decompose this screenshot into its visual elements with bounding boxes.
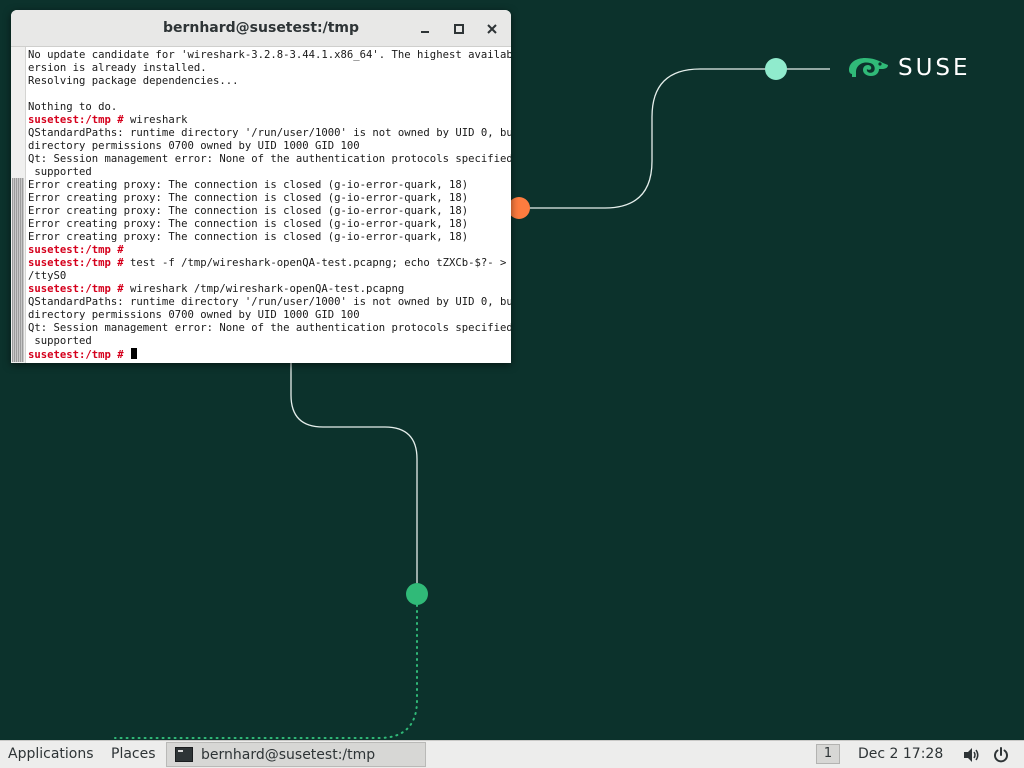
taskbar-window-label: bernhard@susetest:/tmp — [201, 746, 376, 763]
terminal-line-text: Error creating proxy: The connection is … — [28, 231, 469, 243]
terminal-line-text: supported — [28, 335, 92, 347]
terminal-output[interactable]: No update candidate for 'wireshark-3.2.8… — [28, 49, 511, 361]
terminal-line: Error creating proxy: The connection is … — [28, 218, 511, 231]
terminal-line-text: No update candidate for 'wireshark-3.2.8… — [28, 49, 511, 61]
terminal-line-text: Error creating proxy: The connection is … — [28, 205, 469, 217]
wallpaper-line-top — [520, 68, 830, 209]
minimize-button[interactable] — [415, 19, 435, 39]
terminal-icon — [175, 747, 193, 762]
workspace-switcher[interactable]: 1 — [816, 744, 840, 764]
maximize-button[interactable] — [449, 19, 469, 39]
shell-prompt: susetest:/tmp # — [28, 244, 124, 256]
bottom-panel: Applications Places bernhard@susetest:/t… — [0, 740, 1024, 768]
terminal-line: susetest:/tmp # — [28, 348, 511, 361]
terminal-line-text: test -f /tmp/wireshark-openQA-test.pcapn… — [123, 257, 511, 269]
terminal-line-text: Nothing to do. — [28, 101, 118, 113]
close-icon — [487, 24, 497, 34]
close-button[interactable] — [482, 19, 502, 39]
suse-logo: SUSE — [846, 52, 971, 84]
wallpaper-line-dotted — [114, 604, 418, 739]
terminal-line-text: QStandardPaths: runtime directory '/run/… — [28, 296, 511, 308]
shell-prompt: susetest:/tmp # — [28, 283, 124, 295]
terminal-line-text: Qt: Session management error: None of th… — [28, 322, 511, 334]
terminal-line-text: Error creating proxy: The connection is … — [28, 218, 469, 230]
terminal-line-text: /ttyS0 — [28, 270, 67, 282]
maximize-icon — [454, 24, 464, 34]
clock[interactable]: Dec 2 17:28 — [858, 746, 943, 762]
terminal-line: ersion is already installed. — [28, 62, 511, 75]
chameleon-icon — [849, 58, 888, 77]
terminal-line: directory permissions 0700 owned by UID … — [28, 309, 511, 322]
shell-prompt: susetest:/tmp # — [28, 349, 124, 361]
terminal-line-text: Error creating proxy: The connection is … — [28, 192, 469, 204]
terminal-line-text: directory permissions 0700 owned by UID … — [28, 309, 360, 321]
terminal-line-text: Error creating proxy: The connection is … — [28, 179, 469, 191]
shell-prompt: susetest:/tmp # — [28, 257, 124, 269]
terminal-line: QStandardPaths: runtime directory '/run/… — [28, 296, 511, 309]
places-menu[interactable]: Places — [111, 746, 156, 762]
wallpaper-dot-mint — [765, 58, 787, 80]
terminal-line: directory permissions 0700 owned by UID … — [28, 140, 511, 153]
terminal-line: supported — [28, 335, 511, 348]
terminal-line: susetest:/tmp # wireshark /tmp/wireshark… — [28, 283, 511, 296]
shell-prompt: susetest:/tmp # — [28, 114, 124, 126]
terminal-scrollbar[interactable] — [11, 47, 26, 363]
wallpaper-dot-orange — [508, 197, 530, 219]
scrollbar-thumb[interactable] — [12, 178, 24, 362]
terminal-line-text: QStandardPaths: runtime directory '/run/… — [28, 127, 511, 139]
terminal-line-text: wireshark — [123, 114, 188, 126]
taskbar-window-button[interactable]: bernhard@susetest:/tmp — [166, 742, 426, 767]
terminal-line: Error creating proxy: The connection is … — [28, 192, 511, 205]
terminal-window[interactable]: bernhard@susetest:/tmp No update candida… — [11, 10, 511, 363]
terminal-line-text: wireshark /tmp/wireshark-openQA-test.pca… — [123, 283, 405, 295]
wallpaper-line-middle — [290, 363, 418, 594]
terminal-line: Error creating proxy: The connection is … — [28, 179, 511, 192]
terminal-line: Qt: Session management error: None of th… — [28, 322, 511, 335]
terminal-line: susetest:/tmp # test -f /tmp/wireshark-o… — [28, 257, 511, 270]
terminal-line: susetest:/tmp # wireshark — [28, 114, 511, 127]
terminal-line: /ttyS0 — [28, 270, 511, 283]
terminal-body[interactable]: No update candidate for 'wireshark-3.2.8… — [11, 47, 511, 363]
wallpaper-dot-green — [406, 583, 428, 605]
terminal-line-text: Resolving package dependencies... — [28, 75, 239, 87]
power-icon[interactable] — [992, 746, 1010, 764]
applications-menu[interactable]: Applications — [8, 746, 94, 762]
terminal-line-text: directory permissions 0700 owned by UID … — [28, 140, 360, 152]
terminal-line: Nothing to do. — [28, 101, 511, 114]
terminal-line: No update candidate for 'wireshark-3.2.8… — [28, 49, 511, 62]
terminal-line: supported — [28, 166, 511, 179]
terminal-line-text: ersion is already installed. — [28, 62, 207, 74]
terminal-line-text: supported — [28, 166, 92, 178]
minimize-icon — [421, 31, 429, 33]
terminal-line: QStandardPaths: runtime directory '/run/… — [28, 127, 511, 140]
terminal-line: susetest:/tmp # — [28, 244, 511, 257]
terminal-line: Qt: Session management error: None of th… — [28, 153, 511, 166]
terminal-line-text — [124, 349, 130, 361]
terminal-line: Error creating proxy: The connection is … — [28, 205, 511, 218]
window-title: bernhard@susetest:/tmp — [162, 20, 360, 36]
terminal-line: Resolving package dependencies... — [28, 75, 511, 88]
window-titlebar[interactable]: bernhard@susetest:/tmp — [11, 10, 511, 47]
volume-icon[interactable] — [962, 746, 980, 764]
terminal-line: Error creating proxy: The connection is … — [28, 231, 511, 244]
terminal-line-text: Qt: Session management error: None of th… — [28, 153, 511, 165]
suse-logo-text: SUSE — [898, 55, 971, 81]
text-cursor — [131, 348, 138, 359]
